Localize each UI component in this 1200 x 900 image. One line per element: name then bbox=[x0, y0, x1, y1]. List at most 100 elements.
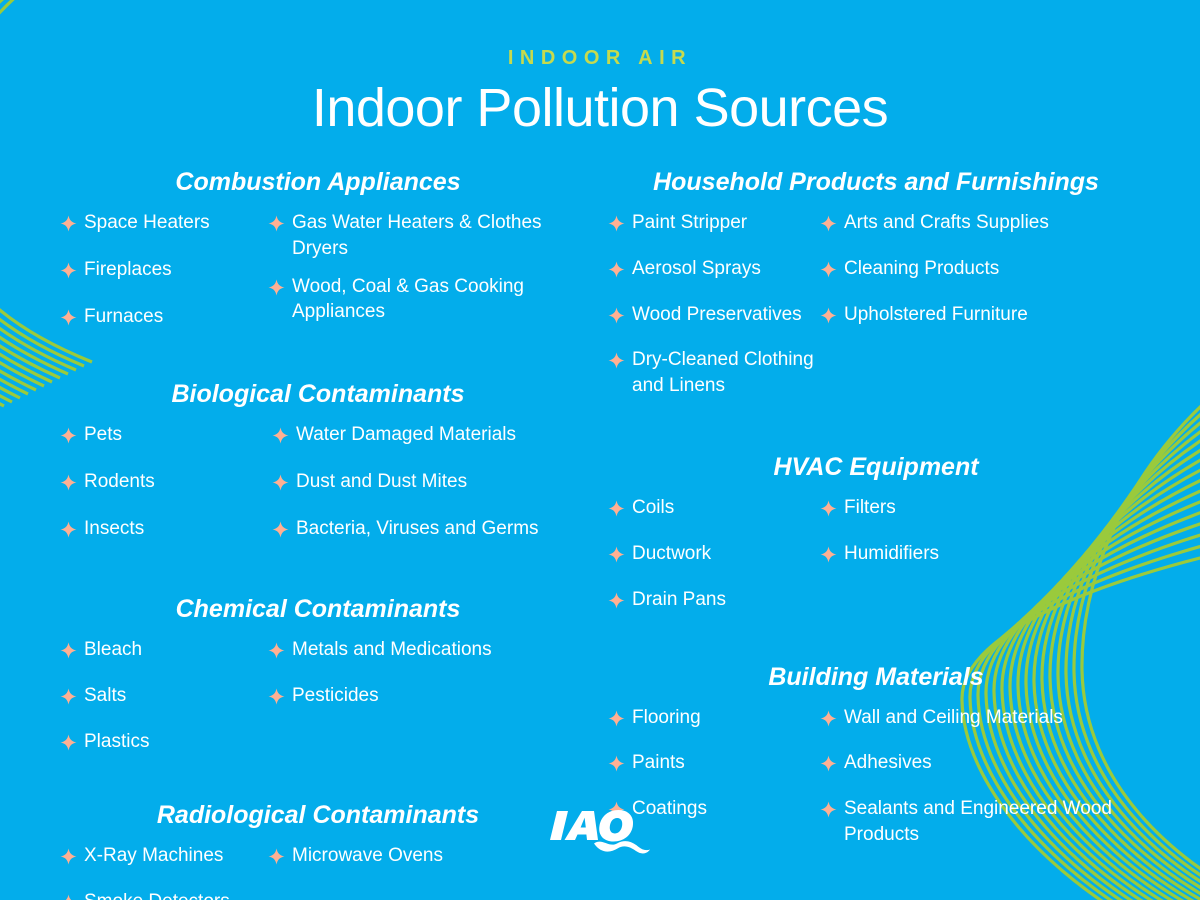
right-column: Household Products and Furnishings Paint … bbox=[600, 166, 1200, 845]
section-heading: Biological Contaminants bbox=[171, 380, 465, 409]
bullet-column-2: Water Damaged Materials Dust and Dust Mit… bbox=[272, 422, 576, 562]
list-item: Plastics bbox=[60, 729, 268, 755]
sparkle-icon bbox=[268, 687, 285, 705]
section-combustion-appliances: Combustion Appliances Space Heaters Firepl… bbox=[60, 166, 576, 350]
list-item-label: Water Damaged Materials bbox=[296, 424, 516, 446]
list-item-label: Filters bbox=[844, 497, 896, 519]
section-items: Space Heaters Fireplaces Furnaces Gas Water… bbox=[60, 210, 576, 350]
sparkle-icon bbox=[820, 260, 837, 278]
sparkle-icon bbox=[820, 214, 837, 232]
list-item: Drain Pans bbox=[608, 587, 820, 613]
sparkle-icon bbox=[608, 591, 625, 609]
list-item: Smoke Detectors bbox=[60, 889, 268, 900]
list-item-label: Pets bbox=[84, 424, 123, 446]
list-item-label: Plastics bbox=[84, 730, 150, 752]
list-item: Insects bbox=[60, 516, 272, 542]
list-item: Upholstered Furniture bbox=[820, 302, 1144, 328]
list-item-label: Bleach bbox=[84, 638, 143, 660]
list-item: Ductwork bbox=[608, 541, 820, 567]
list-item: Water Damaged Materials bbox=[272, 422, 576, 448]
sparkle-icon bbox=[608, 260, 625, 278]
list-item: Furnaces bbox=[60, 304, 268, 330]
list-item-label: Flooring bbox=[632, 706, 701, 728]
sparkle-icon bbox=[60, 308, 77, 326]
bullet-column-1: Pets Rodents Insects bbox=[60, 422, 272, 562]
bullet-column-2: Filters Humidifiers bbox=[820, 495, 1144, 632]
sparkle-icon bbox=[60, 214, 77, 232]
sparkle-icon bbox=[268, 214, 285, 232]
list-item-label: Upholstered Furniture bbox=[844, 303, 1028, 325]
list-item-label: Bacteria, Viruses and Germs bbox=[296, 518, 539, 540]
list-item-label: Cleaning Products bbox=[844, 257, 1000, 279]
list-item-label: Gas Water Heaters & Clothes Dryers bbox=[292, 212, 542, 259]
list-item: Cleaning Products bbox=[820, 256, 1144, 282]
list-item: Salts bbox=[60, 683, 268, 709]
section-items: Pets Rodents Insects Water Damaged Material… bbox=[60, 422, 576, 562]
list-item: Metals and Medications bbox=[268, 637, 576, 663]
sparkle-icon bbox=[608, 754, 625, 772]
list-item: Coils bbox=[608, 495, 820, 521]
bullet-column-1: Paint Stripper Aerosol Sprays Wood Preserv… bbox=[608, 210, 820, 419]
sparkle-icon bbox=[608, 351, 625, 369]
poster-header: INDOOR AIR Indoor Pollution Sources bbox=[0, 48, 1200, 137]
list-item-label: Wood, Coal & Gas Cooking Appliances bbox=[292, 275, 524, 323]
list-item-label: Rodents bbox=[84, 471, 155, 493]
list-item: Wood Preservatives bbox=[608, 302, 820, 328]
list-item-label: Wood Preservatives bbox=[632, 303, 802, 325]
list-item: Paint Stripper bbox=[608, 210, 820, 236]
sparkle-icon bbox=[60, 261, 77, 279]
sparkle-icon bbox=[60, 520, 77, 538]
list-item: Fireplaces bbox=[60, 257, 268, 283]
list-item-label: Wall and Ceiling Materials bbox=[844, 706, 1063, 728]
list-item: Dust and Dust Mites bbox=[272, 469, 576, 495]
sparkle-icon bbox=[60, 733, 77, 751]
list-item: Rodents bbox=[60, 469, 272, 495]
bullet-column-1: Coils Ductwork Drain Pans bbox=[608, 495, 820, 632]
bullet-column-2: Gas Water Heaters & Clothes Dryers Wood, … bbox=[268, 210, 576, 350]
sparkle-icon bbox=[820, 754, 837, 772]
list-item-label: Pesticides bbox=[292, 684, 379, 706]
list-item-label: Humidifiers bbox=[844, 542, 940, 564]
list-item-label: Dry-Cleaned Clothing and Linens bbox=[632, 349, 814, 397]
list-item: Gas Water Heaters & Clothes Dryers bbox=[268, 210, 576, 262]
sparkle-icon bbox=[820, 709, 837, 727]
sparkle-icon bbox=[820, 306, 837, 324]
list-item-label: Drain Pans bbox=[632, 588, 726, 610]
sparkle-icon bbox=[268, 278, 285, 296]
bullet-column-1: Space Heaters Fireplaces Furnaces bbox=[60, 210, 268, 350]
section-household-products-and-furnishings: Household Products and Furnishings Paint … bbox=[608, 166, 1144, 419]
sparkle-icon bbox=[608, 545, 625, 563]
sparkle-icon bbox=[60, 893, 77, 900]
sparkle-icon bbox=[60, 687, 77, 705]
list-item-label: Ductwork bbox=[632, 542, 712, 564]
page-title: Indoor Pollution Sources bbox=[311, 78, 889, 138]
list-item: Adhesives bbox=[820, 750, 1144, 776]
section-heading: Building Materials bbox=[768, 662, 984, 691]
list-item: Humidifiers bbox=[820, 541, 1144, 567]
sparkle-icon bbox=[820, 545, 837, 563]
eyebrow-label: INDOOR AIR bbox=[507, 47, 693, 69]
sparkle-icon bbox=[272, 473, 289, 491]
bullet-column-1: Bleach Salts Plastics bbox=[60, 637, 268, 774]
bullet-column-2: Arts and Crafts Supplies Cleaning Product… bbox=[820, 210, 1144, 419]
section-heading: Household Products and Furnishings bbox=[653, 168, 1099, 196]
list-item-label: Furnaces bbox=[84, 305, 164, 327]
infographic-poster: INDOOR AIR Indoor Pollution Sources Comb… bbox=[0, 0, 1200, 900]
section-heading: Chemical Contaminants bbox=[175, 594, 461, 623]
list-item-label: Coils bbox=[632, 497, 675, 519]
section-biological-contaminants: Biological Contaminants Pets Rodents Insect… bbox=[60, 378, 576, 562]
list-item-label: Metals and Medications bbox=[292, 638, 492, 660]
list-item: Flooring bbox=[608, 705, 820, 731]
section-heading: Combustion Appliances bbox=[175, 168, 461, 196]
list-item: Pesticides bbox=[268, 683, 576, 709]
list-item: Paints bbox=[608, 750, 820, 776]
sparkle-icon bbox=[820, 499, 837, 517]
bullet-column-2: Metals and Medications Pesticides bbox=[268, 637, 576, 774]
list-item: Pets bbox=[60, 422, 272, 448]
section-items: Coils Ductwork Drain Pans Filters Humidifier… bbox=[608, 495, 1144, 632]
sparkle-icon bbox=[60, 426, 77, 444]
list-item: Space Heaters bbox=[60, 210, 268, 236]
list-item-label: Paints bbox=[632, 752, 685, 774]
list-item-label: Adhesives bbox=[844, 752, 932, 774]
section-chemical-contaminants: Chemical Contaminants Bleach Salts Plastics… bbox=[60, 593, 576, 774]
